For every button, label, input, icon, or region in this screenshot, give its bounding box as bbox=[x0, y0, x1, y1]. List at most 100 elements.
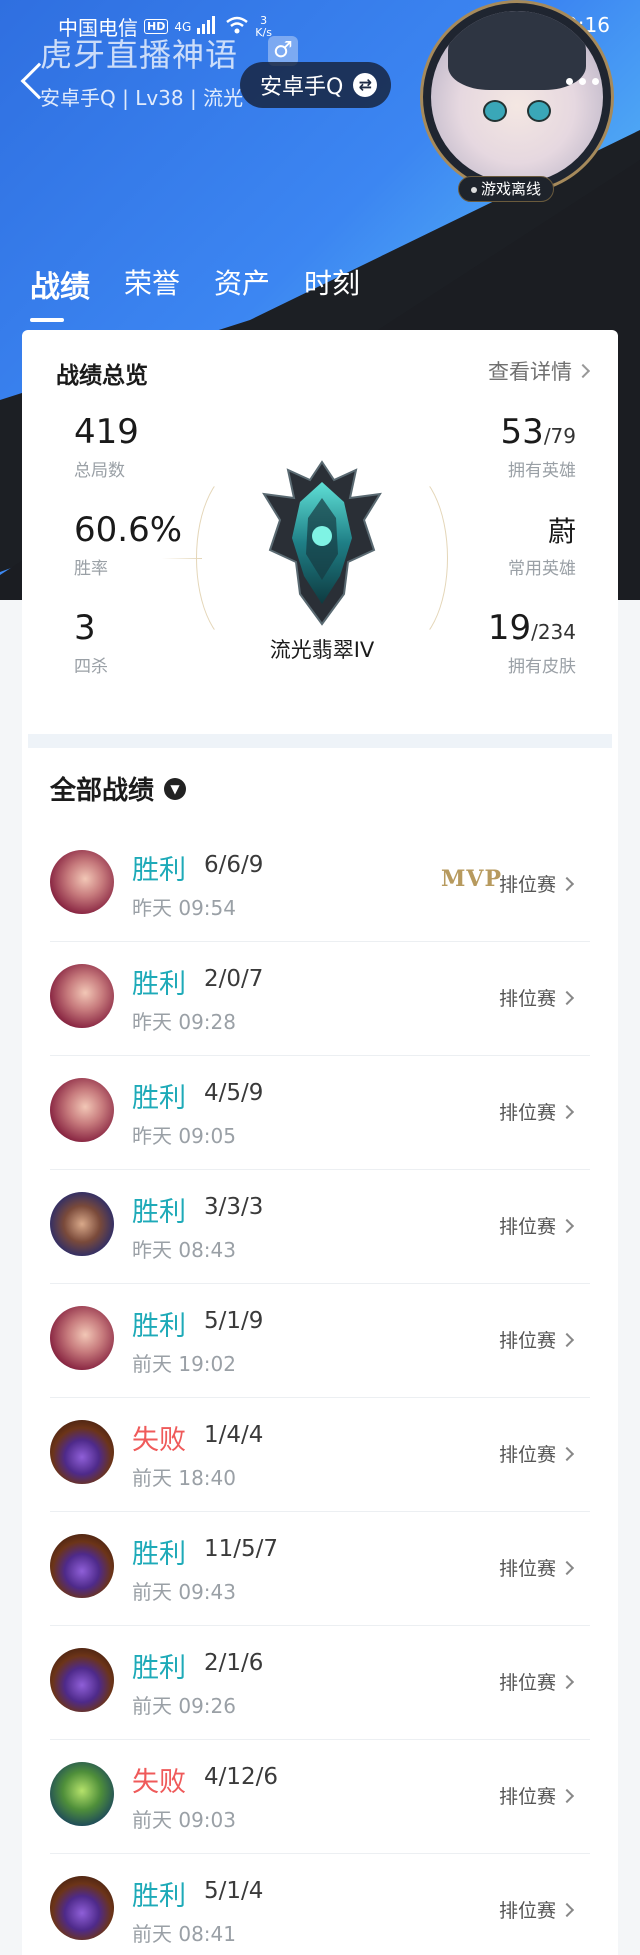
chevron-down-icon: ▼ bbox=[164, 777, 187, 800]
avatar-eye-left bbox=[482, 100, 507, 123]
match-kda: 5/1/4 bbox=[204, 1878, 264, 1904]
champion-zed-icon bbox=[50, 1534, 114, 1598]
champion-amumu-icon bbox=[50, 1762, 114, 1826]
match-mode-label: 排位赛 bbox=[498, 1444, 556, 1466]
avatar[interactable] bbox=[420, 0, 614, 194]
heroes-owned-value: 53 bbox=[500, 412, 544, 452]
match-kda: 1/4/4 bbox=[204, 1422, 264, 1448]
all-records-dropdown[interactable]: 全部战绩 ▼ bbox=[50, 770, 187, 807]
match-time: 前天 09:43 bbox=[132, 1580, 236, 1604]
stat-quadra-kills: 3 四杀 bbox=[74, 608, 108, 677]
match-mode: 排位赛 bbox=[499, 1326, 575, 1353]
match-result: 胜利 bbox=[132, 855, 186, 886]
match-kda: 4/12/6 bbox=[204, 1764, 279, 1790]
chevron-right-icon bbox=[559, 1218, 575, 1233]
more-options-icon[interactable] bbox=[566, 78, 599, 85]
match-mode: 排位赛 bbox=[499, 1554, 575, 1581]
match-row[interactable]: 胜利 2/0/7 昨天 09:28 排位赛 bbox=[50, 942, 590, 1056]
match-time: 前天 09:03 bbox=[132, 1808, 236, 1832]
champion-yasuo-icon bbox=[50, 1192, 114, 1256]
match-row[interactable]: 失败 1/4/4 前天 18:40 排位赛 bbox=[50, 1398, 590, 1512]
match-mode: 排位赛 bbox=[498, 1440, 575, 1467]
match-row[interactable]: 胜利 3/3/3 昨天 08:43 排位赛 bbox=[50, 1170, 590, 1284]
match-mode-label: 排位赛 bbox=[498, 1216, 556, 1238]
match-time: 昨天 08:43 bbox=[132, 1238, 236, 1262]
view-details-label: 查看详情 bbox=[488, 360, 572, 384]
tab-bar: 战绩 荣誉 资产 时刻 bbox=[30, 262, 360, 322]
match-result: 失败 bbox=[132, 1425, 186, 1456]
avatar-image bbox=[431, 11, 603, 183]
stat-win-rate: 60.6% 胜率 bbox=[74, 510, 182, 579]
champion-zed-icon bbox=[50, 1648, 114, 1712]
quadra-kills-value: 3 bbox=[74, 608, 96, 648]
match-mode-label: 排位赛 bbox=[498, 1102, 556, 1124]
section-divider bbox=[28, 734, 612, 748]
match-result: 胜利 bbox=[132, 969, 186, 1000]
win-rate-value: 60.6% bbox=[74, 510, 183, 550]
match-kda: 2/1/6 bbox=[204, 1650, 264, 1676]
match-mode-label: 排位赛 bbox=[498, 988, 556, 1010]
account-switch-button[interactable]: 安卓手Q ⇄ bbox=[240, 62, 392, 108]
champion-zed-icon bbox=[50, 1876, 114, 1940]
total-games-value: 419 bbox=[74, 412, 139, 452]
rank-emblem[interactable]: 流光翡翠IV bbox=[162, 458, 448, 662]
match-kda: 2/0/7 bbox=[204, 966, 264, 992]
match-result: 胜利 bbox=[132, 1083, 186, 1114]
match-time: 昨天 09:05 bbox=[132, 1124, 236, 1148]
chevron-right-icon bbox=[559, 876, 575, 891]
match-result: 胜利 bbox=[132, 1881, 186, 1912]
chevron-right-icon bbox=[559, 1788, 575, 1803]
match-row[interactable]: 失败 4/12/6 前天 09:03 排位赛 bbox=[50, 1740, 590, 1854]
heroes-owned-label: 拥有英雄 bbox=[508, 461, 576, 481]
match-kda: 3/3/3 bbox=[204, 1194, 264, 1220]
match-time: 昨天 09:28 bbox=[132, 1010, 236, 1034]
match-row[interactable]: 胜利 6/6/9 昨天 09:54 MVP 排位赛 bbox=[50, 828, 590, 942]
tab-moments[interactable]: 时刻 bbox=[304, 262, 360, 306]
rank-line-left bbox=[162, 558, 202, 559]
stat-common-hero: 蔚 常用英雄 bbox=[508, 510, 576, 579]
online-status-label: 游戏离线 bbox=[481, 180, 542, 198]
match-mode: 排位赛 bbox=[498, 1212, 575, 1239]
heroes-total-value: /79 bbox=[543, 424, 576, 448]
match-mode: 排位赛 bbox=[498, 870, 575, 897]
match-time: 前天 08:41 bbox=[132, 1922, 236, 1946]
skins-total-value: /234 bbox=[531, 620, 576, 644]
all-records-title: 全部战绩 bbox=[50, 776, 155, 806]
match-mode: 排位赛 bbox=[499, 1668, 575, 1695]
view-details-link[interactable]: 查看详情 bbox=[488, 356, 591, 386]
common-hero-value: 蔚 bbox=[547, 515, 576, 548]
swap-icon: ⇄ bbox=[353, 73, 378, 97]
account-label: 安卓手Q bbox=[260, 75, 344, 100]
status-dot-icon bbox=[471, 186, 477, 193]
match-kda: 5/1/9 bbox=[204, 1308, 264, 1334]
match-mode-label: 排位赛 bbox=[498, 874, 556, 896]
match-time: 前天 18:40 bbox=[132, 1466, 236, 1490]
chevron-right-icon bbox=[559, 1560, 575, 1575]
online-status-badge: 游戏离线 bbox=[458, 176, 555, 202]
match-row[interactable]: 胜利 5/1/9 前天 19:02 排位赛 bbox=[50, 1284, 590, 1398]
match-mode: 排位赛 bbox=[498, 1098, 575, 1125]
match-result: 胜利 bbox=[132, 1653, 186, 1684]
match-result: 胜利 bbox=[132, 1311, 186, 1342]
record-card: 战绩总览 查看详情 419 总局数 60.6% 胜率 3 四杀 53/79 拥有… bbox=[22, 330, 618, 1955]
match-result: 胜利 bbox=[132, 1539, 186, 1570]
player-sub-info: 安卓手Q | Lv38 | 流光 bbox=[40, 86, 244, 110]
match-row[interactable]: 胜利 11/5/7 前天 09:43 排位赛 bbox=[50, 1512, 590, 1626]
match-row[interactable]: 胜利 2/1/6 前天 09:26 排位赛 bbox=[50, 1626, 590, 1740]
match-kda: 6/6/9 bbox=[204, 852, 264, 878]
match-row[interactable]: 胜利 5/1/4 前天 08:41 排位赛 bbox=[50, 1854, 590, 1955]
match-mode-label: 排位赛 bbox=[498, 1900, 556, 1922]
match-mode-label: 排位赛 bbox=[498, 1786, 556, 1808]
tab-honor[interactable]: 荣誉 bbox=[124, 262, 180, 306]
match-time: 昨天 09:54 bbox=[132, 896, 236, 920]
chevron-right-icon bbox=[559, 1902, 575, 1917]
match-result: 胜利 bbox=[132, 1197, 186, 1228]
champion-vi-icon bbox=[50, 850, 114, 914]
chevron-right-icon bbox=[559, 1104, 575, 1119]
match-time: 前天 09:26 bbox=[132, 1694, 236, 1718]
tab-record[interactable]: 战绩 bbox=[30, 262, 90, 322]
match-row[interactable]: 胜利 4/5/9 昨天 09:05 排位赛 bbox=[50, 1056, 590, 1170]
chevron-right-icon bbox=[559, 990, 575, 1005]
avatar-eye-right bbox=[527, 100, 552, 123]
tab-assets[interactable]: 资产 bbox=[214, 262, 270, 306]
